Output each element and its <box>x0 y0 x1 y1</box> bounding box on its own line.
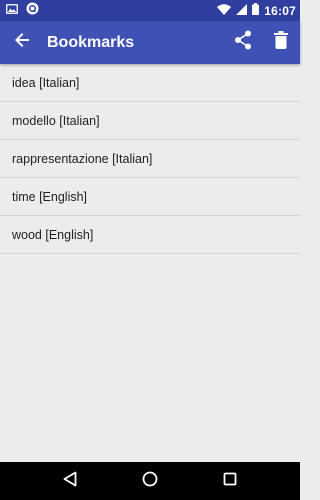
status-bar-left <box>6 2 47 20</box>
nav-back-button[interactable] <box>50 462 90 500</box>
status-time: 16:07 <box>264 3 296 18</box>
app-bar: Bookmarks <box>0 21 300 64</box>
bookmark-item[interactable]: modello [Italian] <box>0 102 300 140</box>
bookmark-item[interactable]: rappresentazione [Italian] <box>0 140 300 178</box>
back-triangle-icon <box>63 471 77 492</box>
nav-recents-button[interactable] <box>210 462 250 500</box>
share-icon <box>234 30 252 55</box>
wifi-icon <box>217 2 232 20</box>
delete-icon <box>274 31 288 54</box>
navigation-bar <box>0 462 300 500</box>
battery-icon <box>252 2 260 20</box>
bookmark-item[interactable]: wood [English] <box>0 216 300 254</box>
nav-home-button[interactable] <box>130 462 170 500</box>
image-icon <box>6 2 18 20</box>
status-bar-right: 16:07 <box>212 2 296 20</box>
delete-button[interactable] <box>262 21 300 64</box>
home-circle-icon <box>142 471 158 492</box>
bookmark-list: idea [Italian] modello [Italian] rappres… <box>0 64 300 254</box>
page-title: Bookmarks <box>47 33 135 51</box>
recents-square-icon <box>223 472 237 491</box>
status-bar: 16:07 <box>0 0 300 21</box>
signal-icon <box>236 2 248 20</box>
back-button[interactable] <box>0 21 44 64</box>
share-button[interactable] <box>224 21 262 64</box>
app-notification-icon <box>26 2 39 20</box>
arrow-back-icon <box>15 33 29 52</box>
bookmark-item[interactable]: idea [Italian] <box>0 64 300 102</box>
bookmark-item[interactable]: time [English] <box>0 178 300 216</box>
